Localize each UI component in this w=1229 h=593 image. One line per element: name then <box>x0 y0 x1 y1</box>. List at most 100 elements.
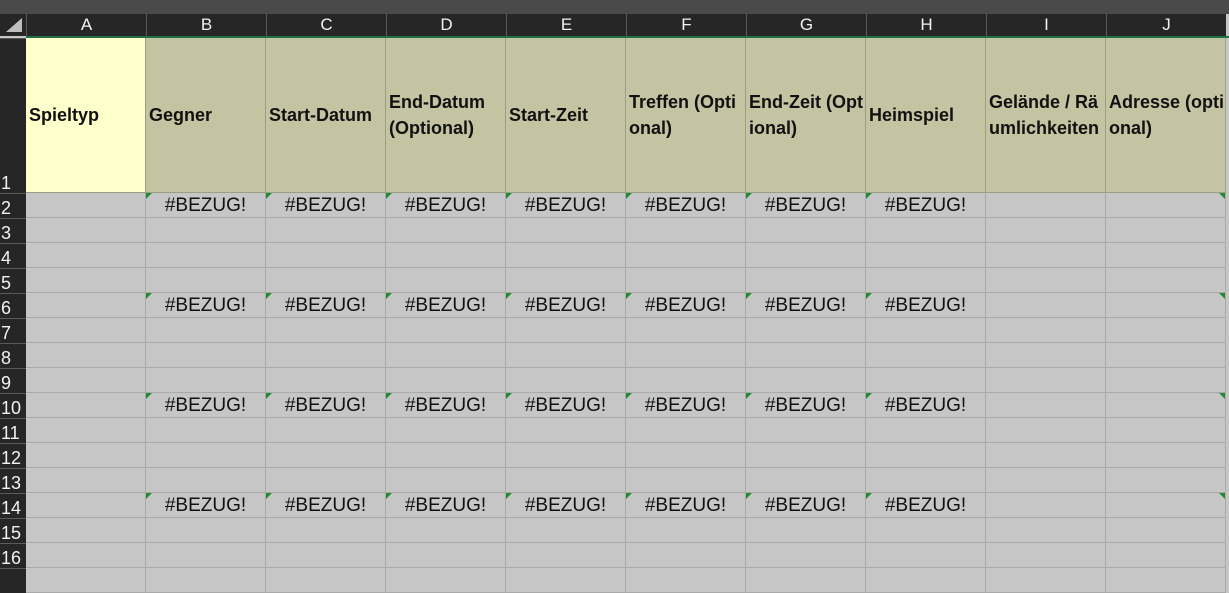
cell-f7[interactable] <box>626 318 746 343</box>
cell-i16[interactable] <box>986 543 1106 568</box>
row-header-11[interactable]: 11 <box>0 418 26 443</box>
cell-c4[interactable] <box>266 243 386 268</box>
cell-a8[interactable] <box>26 343 146 368</box>
header-cell-a[interactable]: Spieltyp <box>26 38 146 193</box>
error-cell[interactable]: #BEZUG! <box>146 393 266 418</box>
cell-c15[interactable] <box>266 518 386 543</box>
cell-h7[interactable] <box>866 318 986 343</box>
cell-c16[interactable] <box>266 543 386 568</box>
cell-j15[interactable] <box>1106 518 1226 543</box>
error-cell[interactable]: #BEZUG! <box>506 493 626 518</box>
cell-a5[interactable] <box>26 268 146 293</box>
column-header-b[interactable]: B <box>146 14 266 36</box>
cell-i6[interactable] <box>986 293 1106 318</box>
cell-bnext[interactable] <box>146 568 266 593</box>
cell-c11[interactable] <box>266 418 386 443</box>
cell-a2[interactable] <box>26 193 146 218</box>
error-cell[interactable]: #BEZUG! <box>746 393 866 418</box>
error-cell[interactable]: #BEZUG! <box>266 193 386 218</box>
cell-g16[interactable] <box>746 543 866 568</box>
cell-j8[interactable] <box>1106 343 1226 368</box>
header-cell-c[interactable]: Start-Datum <box>266 38 386 193</box>
cell-c5[interactable] <box>266 268 386 293</box>
error-cell[interactable]: #BEZUG! <box>386 493 506 518</box>
cell-j13[interactable] <box>1106 468 1226 493</box>
cell-h3[interactable] <box>866 218 986 243</box>
row-header-2[interactable]: 2 <box>0 193 26 218</box>
error-cell[interactable]: #BEZUG! <box>746 193 866 218</box>
cell-i12[interactable] <box>986 443 1106 468</box>
row-header-10[interactable]: 10 <box>0 393 26 418</box>
cell-g11[interactable] <box>746 418 866 443</box>
error-cell[interactable]: #BEZUG! <box>266 293 386 318</box>
cell-i5[interactable] <box>986 268 1106 293</box>
cell-f5[interactable] <box>626 268 746 293</box>
cell-h4[interactable] <box>866 243 986 268</box>
cell-c7[interactable] <box>266 318 386 343</box>
column-header-c[interactable]: C <box>266 14 386 36</box>
row-header-15[interactable]: 15 <box>0 518 26 543</box>
cell-hnext[interactable] <box>866 568 986 593</box>
cell-a4[interactable] <box>26 243 146 268</box>
cell-e16[interactable] <box>506 543 626 568</box>
column-header-f[interactable]: F <box>626 14 746 36</box>
error-cell[interactable]: #BEZUG! <box>146 293 266 318</box>
row-header-7[interactable]: 7 <box>0 318 26 343</box>
cell-h5[interactable] <box>866 268 986 293</box>
cell-jnext[interactable] <box>1106 568 1226 593</box>
cell-c13[interactable] <box>266 468 386 493</box>
cell-b11[interactable] <box>146 418 266 443</box>
cell-h9[interactable] <box>866 368 986 393</box>
cell-b16[interactable] <box>146 543 266 568</box>
error-cell[interactable]: #BEZUG! <box>866 393 986 418</box>
header-cell-g[interactable]: End-Zeit (Optional) <box>746 38 866 193</box>
cell-d9[interactable] <box>386 368 506 393</box>
cell-i15[interactable] <box>986 518 1106 543</box>
cell-a3[interactable] <box>26 218 146 243</box>
row-header-14[interactable]: 14 <box>0 493 26 518</box>
column-header-d[interactable]: D <box>386 14 506 36</box>
cell-gnext[interactable] <box>746 568 866 593</box>
cell-e12[interactable] <box>506 443 626 468</box>
cell-a7[interactable] <box>26 318 146 343</box>
error-cell[interactable]: #BEZUG! <box>626 193 746 218</box>
cell-j2[interactable] <box>1106 193 1226 218</box>
error-cell[interactable]: #BEZUG! <box>506 393 626 418</box>
cell-d8[interactable] <box>386 343 506 368</box>
cell-e7[interactable] <box>506 318 626 343</box>
select-all-button[interactable] <box>0 14 26 36</box>
cell-g8[interactable] <box>746 343 866 368</box>
cell-i13[interactable] <box>986 468 1106 493</box>
cell-g4[interactable] <box>746 243 866 268</box>
cell-d15[interactable] <box>386 518 506 543</box>
row-header-6[interactable]: 6 <box>0 293 26 318</box>
cell-e3[interactable] <box>506 218 626 243</box>
cell-b12[interactable] <box>146 443 266 468</box>
error-cell[interactable]: #BEZUG! <box>386 193 506 218</box>
cell-b7[interactable] <box>146 318 266 343</box>
row-header-1[interactable]: 1 <box>0 38 26 193</box>
row-header-9[interactable]: 9 <box>0 368 26 393</box>
cell-anext[interactable] <box>26 568 146 593</box>
cell-a10[interactable] <box>26 393 146 418</box>
cell-b5[interactable] <box>146 268 266 293</box>
cell-e5[interactable] <box>506 268 626 293</box>
cell-a9[interactable] <box>26 368 146 393</box>
cell-i14[interactable] <box>986 493 1106 518</box>
error-cell[interactable]: #BEZUG! <box>146 493 266 518</box>
cell-f3[interactable] <box>626 218 746 243</box>
cell-g3[interactable] <box>746 218 866 243</box>
error-cell[interactable]: #BEZUG! <box>266 393 386 418</box>
cell-j6[interactable] <box>1106 293 1226 318</box>
row-header-16[interactable]: 16 <box>0 543 26 568</box>
cell-f11[interactable] <box>626 418 746 443</box>
cell-d7[interactable] <box>386 318 506 343</box>
cell-j3[interactable] <box>1106 218 1226 243</box>
cell-b8[interactable] <box>146 343 266 368</box>
row-header-3[interactable]: 3 <box>0 218 26 243</box>
cell-d13[interactable] <box>386 468 506 493</box>
cell-i11[interactable] <box>986 418 1106 443</box>
error-cell[interactable]: #BEZUG! <box>626 393 746 418</box>
cell-c12[interactable] <box>266 443 386 468</box>
cell-b13[interactable] <box>146 468 266 493</box>
